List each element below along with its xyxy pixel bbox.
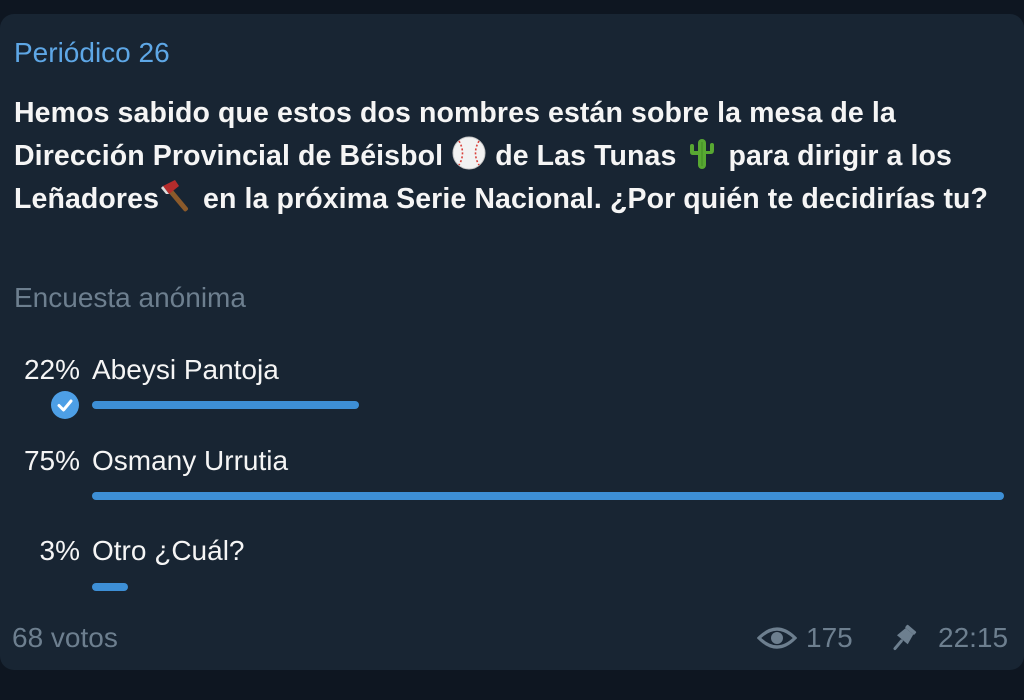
message-time: 22:15 [938, 622, 1009, 653]
pin-icon [893, 624, 917, 651]
cactus-emoji-icon [690, 139, 715, 169]
question-text-4: en la próxima Serie Nacional. ¿Por quién… [195, 183, 989, 215]
eye-icon [757, 627, 797, 649]
option-percent: 22% [23, 354, 80, 385]
axe-emoji-icon [161, 180, 189, 212]
option-label: Otro ¿Cuál? [92, 535, 245, 566]
check-circle-icon [51, 391, 79, 419]
baseball-emoji-icon [452, 136, 486, 170]
option-bar [92, 401, 359, 409]
option-bar [92, 583, 128, 591]
option-label: Osmany Urrutia [92, 445, 289, 476]
views-count: 175 [806, 622, 853, 653]
votes-count[interactable]: 68 votos [12, 620, 118, 656]
poll-type-label: Encuesta anónima [14, 282, 246, 313]
option-bar [92, 492, 1004, 500]
channel-name[interactable]: Periódico 26 [14, 35, 170, 71]
option-label: Abeysi Pantoja [92, 354, 279, 385]
option-percent: 75% [23, 445, 80, 476]
question-text-2: de Las Tunas [487, 140, 685, 172]
option-percent: 3% [39, 535, 80, 566]
poll-question: Hemos sabido que estos dos nombres están… [14, 92, 1014, 221]
